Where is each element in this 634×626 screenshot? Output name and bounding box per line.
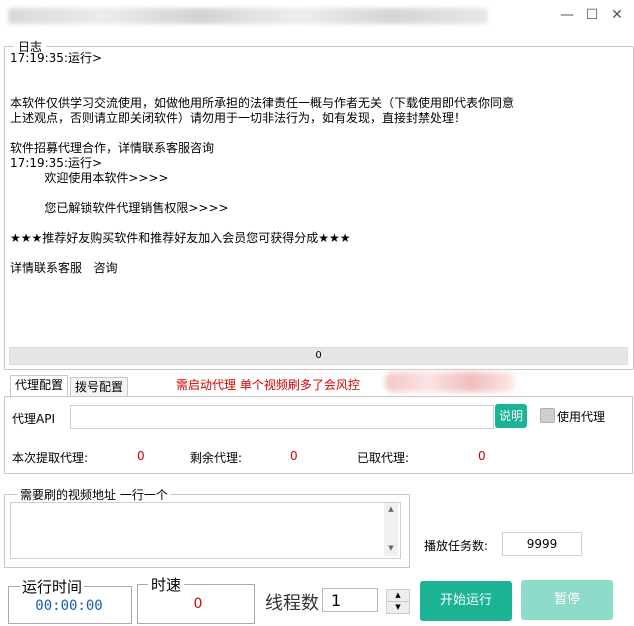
use-proxy-checkbox[interactable]	[540, 408, 555, 423]
log-text[interactable]: 17:19:35:运行> 本软件仅供学习交流使用，如做他用所承担的法律责任一概与…	[10, 51, 626, 343]
task-count-input[interactable]: 9999	[502, 532, 582, 556]
close-icon[interactable]: ✕	[606, 4, 628, 26]
window-title-blurred	[8, 8, 488, 24]
help-button[interactable]: 说明	[495, 404, 527, 428]
maximize-icon[interactable]: ☐	[581, 4, 603, 26]
proxy-warning-text: 需启动代理 单个视频刷多了会风控	[176, 378, 360, 392]
minimize-icon[interactable]: —	[556, 4, 578, 26]
taken-proxy-label: 已取代理:	[357, 451, 410, 465]
video-url-textarea[interactable]	[10, 502, 401, 559]
proxy-api-label: 代理API	[12, 412, 55, 426]
blurred-region	[385, 372, 515, 392]
speed-value: 0	[193, 596, 203, 612]
runtime-label: 运行时间	[20, 576, 85, 597]
remaining-proxy-value: 0	[290, 449, 298, 463]
fetched-proxy-value: 0	[137, 449, 145, 463]
progress-bar: 0	[9, 347, 628, 365]
fetched-proxy-label: 本次提取代理:	[12, 451, 89, 465]
runtime-value: 00:00:00	[35, 598, 103, 614]
title-bar: — ☐ ✕	[0, 0, 634, 30]
threads-label: 线程数	[265, 593, 319, 614]
scroll-down-icon[interactable]: ▼	[385, 544, 397, 552]
video-url-legend: 需要刷的视频地址 一行一个	[18, 486, 170, 503]
use-proxy-label: 使用代理	[557, 410, 606, 424]
pause-button[interactable]: 暂停	[521, 580, 613, 620]
tab-proxy-config[interactable]: 代理配置	[10, 375, 69, 398]
start-button[interactable]: 开始运行	[420, 581, 512, 621]
speed-label: 时速	[148, 574, 185, 595]
threads-input[interactable]: 1	[322, 588, 378, 612]
scroll-up-icon[interactable]: ▲	[385, 505, 397, 513]
remaining-proxy-label: 剩余代理:	[190, 451, 243, 465]
proxy-api-input[interactable]	[70, 405, 494, 429]
task-count-label: 播放任务数:	[424, 539, 489, 553]
spin-down-icon[interactable]: ▼	[386, 601, 410, 614]
taken-proxy-value: 0	[478, 449, 486, 463]
tab-dial-config[interactable]: 拨号配置	[70, 377, 129, 397]
